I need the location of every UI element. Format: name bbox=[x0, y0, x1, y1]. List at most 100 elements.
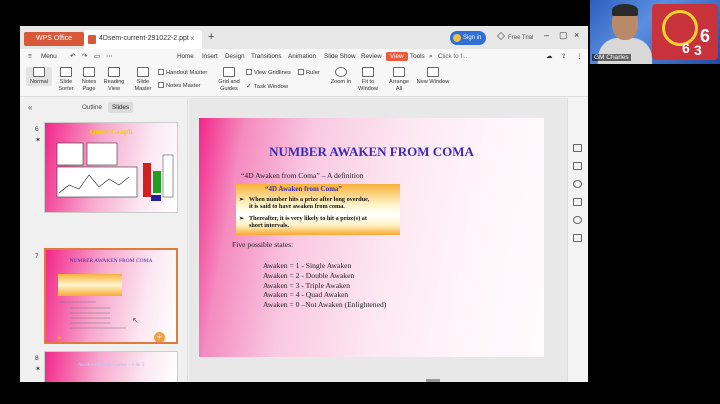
wps-office-tab[interactable]: WPS Office bbox=[24, 32, 84, 46]
new-window-label: New Window bbox=[416, 79, 450, 85]
reading-view-icon bbox=[108, 67, 120, 77]
menu-review[interactable]: Review bbox=[361, 53, 382, 60]
menu-home[interactable]: Home bbox=[177, 53, 194, 60]
hamburger-icon[interactable]: ≡ bbox=[28, 53, 32, 60]
menu-transitions[interactable]: Transitions bbox=[251, 53, 282, 60]
state-line: Awaken = 4 - Quad Awaken bbox=[263, 290, 349, 299]
menu-slide-show[interactable]: Slide Show bbox=[324, 53, 356, 60]
notes-master-button[interactable]: Notes Master bbox=[158, 82, 200, 89]
slide-master-button[interactable]: Slide Master bbox=[132, 67, 154, 92]
right-side-toolbar bbox=[567, 98, 588, 382]
notes-master-icon bbox=[158, 82, 164, 88]
ruler-label: Ruler bbox=[306, 70, 320, 76]
play-marker-icon: ▶ bbox=[58, 335, 62, 341]
view-gridlines-label: View Gridlines bbox=[254, 70, 291, 76]
new-tab-icon[interactable]: + bbox=[208, 31, 214, 43]
state-line: Awaken = 0 –Not Awaken (Enlightened) bbox=[263, 300, 387, 309]
undo-icon[interactable]: ↶ bbox=[70, 53, 75, 60]
reading-view-button[interactable]: Reading View bbox=[100, 67, 128, 92]
slide-number-8: 8 bbox=[35, 355, 39, 362]
checkmark-icon: ✓ bbox=[246, 83, 252, 90]
notes-master-label: Notes Master bbox=[166, 83, 201, 89]
property-icon[interactable] bbox=[573, 144, 582, 152]
slide-master-label-1: Slide bbox=[136, 79, 150, 85]
share-panel-icon[interactable] bbox=[573, 234, 582, 242]
grid-guides-button[interactable]: Grid and Guides bbox=[216, 67, 242, 92]
ppt-file-icon bbox=[88, 35, 96, 44]
task-window-checkbox[interactable]: ✓ Task Window bbox=[246, 82, 288, 90]
bullet-2-line-2: short intervals. bbox=[249, 221, 289, 229]
arrange-all-button[interactable]: Arrange All bbox=[386, 67, 412, 92]
menu-design[interactable]: Design bbox=[225, 53, 245, 60]
handout-master-button[interactable]: Handout Master bbox=[158, 69, 207, 76]
bullet-1-line-2: it is said to have awaken from coma. bbox=[249, 202, 345, 210]
slide-number-7: 7 bbox=[35, 253, 39, 260]
slide-thumbnail-7-selected[interactable]: NUMBER AWAKEN FROM COMA ↖ + ▶ bbox=[44, 248, 178, 344]
share-icon[interactable]: ⇪ bbox=[561, 53, 566, 60]
minimize-icon[interactable]: – bbox=[544, 30, 549, 40]
notes-page-button[interactable]: Notes Page bbox=[78, 67, 100, 92]
new-window-icon bbox=[427, 67, 439, 77]
arrange-all-label-1: Arrange bbox=[389, 79, 409, 85]
print-icon[interactable]: ▭ bbox=[94, 53, 100, 60]
slide-thumbnail-6[interactable]: Quick Graph bbox=[44, 122, 178, 213]
reading-view-label-2: View bbox=[107, 85, 121, 92]
bullet-2: ➢ Thereafter, it is very likely to hit a … bbox=[239, 215, 367, 230]
close-tab-icon[interactable]: × bbox=[190, 34, 195, 43]
collapse-panel-icon[interactable]: « bbox=[28, 103, 32, 112]
filter-icon[interactable] bbox=[573, 198, 582, 206]
animation-icon[interactable] bbox=[573, 162, 582, 170]
tab-slides[interactable]: Slides bbox=[108, 102, 134, 113]
ruler-checkbox[interactable]: Ruler bbox=[298, 69, 320, 76]
zoom-in-button[interactable]: Zoom In bbox=[328, 67, 354, 86]
menu-button[interactable]: Menu bbox=[41, 53, 57, 60]
slide-master-icon bbox=[137, 67, 149, 77]
slides-panel: « Outline Slides 6 ✶ Quick Graph 7 NUMBE… bbox=[20, 98, 188, 382]
adjust-icon[interactable] bbox=[573, 180, 582, 188]
free-trial-button[interactable]: Free Trial bbox=[496, 31, 533, 45]
slide-master-label-2: Master bbox=[134, 85, 152, 92]
slide-sorter-label-2: Sorter bbox=[58, 85, 74, 92]
state-line: Awaken = 1 - Single Awaken bbox=[263, 261, 352, 270]
participant-hair bbox=[612, 4, 638, 16]
arrange-all-icon bbox=[393, 67, 405, 77]
horizontal-scrollbar[interactable] bbox=[189, 379, 569, 382]
fit-to-window-button[interactable]: Fit to Window bbox=[356, 67, 380, 92]
slide-sorter-button[interactable]: Slide Sorter bbox=[54, 67, 78, 92]
menu-animation[interactable]: Animation bbox=[288, 53, 316, 60]
slide-sorter-icon bbox=[60, 67, 72, 77]
close-window-icon[interactable]: × bbox=[574, 30, 579, 40]
notes-page-icon bbox=[83, 67, 95, 77]
current-slide[interactable]: NUMBER AWAKEN FROM COMA “4D Awaken from … bbox=[199, 118, 544, 357]
view-gridlines-checkbox[interactable]: View Gridlines bbox=[246, 69, 291, 76]
arrow-bullet-icon: ➢ bbox=[239, 196, 245, 203]
document-tab[interactable]: 4Dsem-current-291022-2.ppt × bbox=[84, 30, 202, 49]
redo-icon[interactable]: ↷ bbox=[82, 53, 87, 60]
sign-in-button[interactable]: Sign in bbox=[450, 31, 486, 45]
slide-thumbnail-8[interactable]: Awaken From Coma – 1 & 2 bbox=[44, 351, 178, 382]
menu-view[interactable]: View bbox=[386, 52, 408, 61]
bullet-1: ➢ When number hits a prize after long ove… bbox=[239, 196, 369, 211]
normal-view-button[interactable]: Normal bbox=[26, 67, 52, 86]
menu-insert[interactable]: Insert bbox=[202, 53, 218, 60]
search-command-input[interactable]: Click to f... bbox=[438, 53, 467, 60]
arrange-all-label-2: All bbox=[395, 85, 403, 92]
slide-title: NUMBER AWAKEN FROM COMA bbox=[269, 144, 474, 159]
grid-icon bbox=[223, 67, 235, 77]
zoom-in-icon bbox=[335, 67, 347, 77]
new-window-button[interactable]: New Window bbox=[414, 67, 452, 86]
cloud-icon[interactable]: ☁ bbox=[546, 53, 552, 60]
search-icon[interactable]: ⌕ bbox=[429, 53, 433, 61]
more-options-icon[interactable]: ⋮ bbox=[576, 53, 582, 60]
five-states-heading: Five possible states: bbox=[232, 240, 294, 249]
star-icon: ✶ bbox=[35, 137, 41, 144]
horizontal-scroll-thumb[interactable] bbox=[426, 379, 440, 382]
more-tools-icon[interactable]: ⋯ bbox=[106, 53, 112, 60]
maximize-icon[interactable]: ▢ bbox=[559, 30, 568, 41]
add-animation-icon[interactable]: + bbox=[154, 332, 165, 342]
poster-digit: 3 bbox=[694, 42, 702, 58]
tab-outline[interactable]: Outline bbox=[82, 104, 102, 111]
menu-tools[interactable]: Tools bbox=[410, 53, 425, 60]
history-icon[interactable] bbox=[573, 216, 582, 224]
star-icon: ✶ bbox=[35, 366, 41, 373]
